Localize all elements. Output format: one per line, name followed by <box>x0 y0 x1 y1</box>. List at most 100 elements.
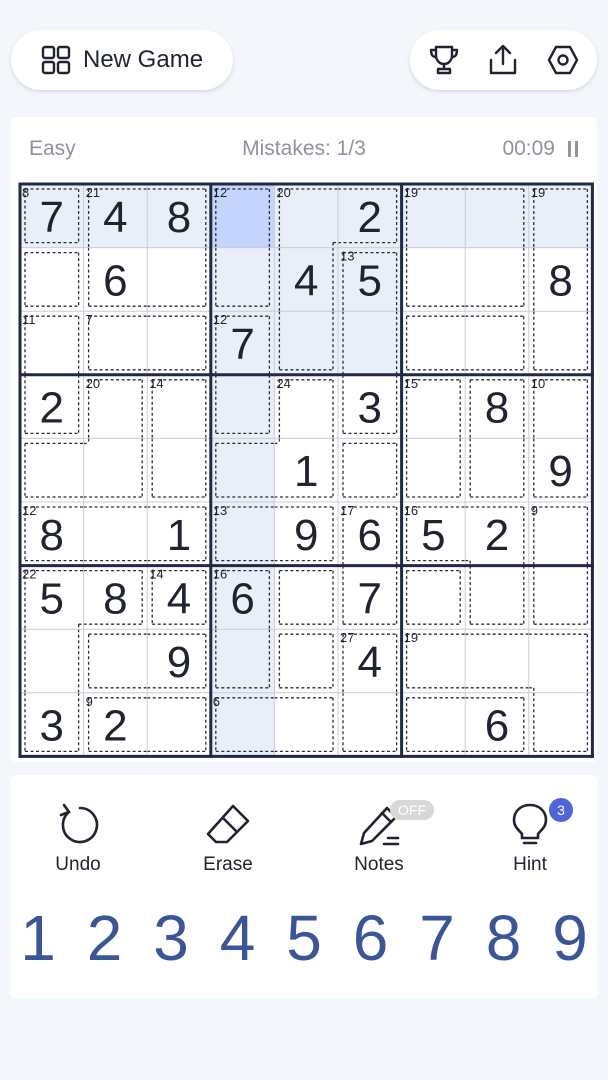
cell-value: 8 <box>548 256 572 305</box>
cell-value: 7 <box>230 320 254 369</box>
erase-button[interactable]: Erase <box>173 800 283 876</box>
board-cell[interactable] <box>210 629 275 693</box>
board-cell[interactable] <box>465 184 529 248</box>
notes-label: Notes <box>354 854 404 875</box>
cage-sum: 12 <box>213 312 227 327</box>
cell-value: 2 <box>40 384 64 433</box>
board-cell[interactable] <box>274 629 338 693</box>
number-key-1[interactable]: 1 <box>7 903 69 973</box>
cage-sum: 8 <box>22 185 29 200</box>
number-key-6[interactable]: 6 <box>340 903 402 973</box>
cage-sum: 27 <box>340 630 354 645</box>
number-key-3[interactable]: 3 <box>140 903 202 973</box>
board-cell[interactable] <box>401 438 466 502</box>
cell-value: 5 <box>40 574 64 623</box>
board-cell[interactable] <box>338 692 402 757</box>
hint-button[interactable]: 3 Hint <box>475 798 585 876</box>
board-cell[interactable] <box>210 438 275 502</box>
board-cell[interactable] <box>401 311 466 375</box>
board-cell[interactable] <box>465 438 529 502</box>
cage-sum: 6 <box>213 694 220 709</box>
board-cell[interactable] <box>83 502 148 566</box>
board-cell[interactable] <box>338 438 402 502</box>
cell-value: 9 <box>294 511 318 560</box>
cage-sum: 16 <box>404 503 418 518</box>
cell-value: 4 <box>167 574 191 623</box>
board-cell[interactable] <box>401 692 466 757</box>
number-key-2[interactable]: 2 <box>74 903 136 973</box>
board-cell[interactable] <box>210 247 275 312</box>
cage-sum: 20 <box>86 376 100 391</box>
board-cell[interactable] <box>147 311 211 375</box>
cage-sum: 15 <box>404 376 418 391</box>
board-cell[interactable] <box>274 692 338 757</box>
cell-value: 2 <box>103 702 127 751</box>
cell-value: 6 <box>230 574 254 623</box>
cell-value: 9 <box>167 638 191 687</box>
cell-value: 4 <box>294 256 318 305</box>
board-cell[interactable] <box>147 438 211 502</box>
trophy-icon[interactable] <box>427 43 461 77</box>
board-cell[interactable] <box>83 629 148 693</box>
new-game-button[interactable]: New Game <box>11 30 233 90</box>
board-cell[interactable] <box>465 311 529 375</box>
board-cell[interactable] <box>147 692 211 757</box>
cage-sum: 22 <box>22 567 36 582</box>
board-cell[interactable] <box>465 247 529 312</box>
cell-value: 8 <box>103 574 127 623</box>
cage-sum: 14 <box>149 376 163 391</box>
undo-label: Undo <box>55 854 101 875</box>
lightbulb-icon <box>512 803 548 845</box>
cage-sum: 14 <box>149 567 163 582</box>
hint-label: Hint <box>513 854 547 875</box>
sudoku-board[interactable]: 8 21 12 20 19 191311 7 1220 14 24 15 1012 13 17 16 922 1… <box>11 117 597 762</box>
board-cell[interactable] <box>20 438 84 502</box>
cage-sum: 19 <box>404 630 418 645</box>
number-key-7[interactable]: 7 <box>406 903 468 973</box>
board-card: Easy Mistakes: 1/3 00:09 8 21 12 20 19 19 13 11… <box>11 117 597 762</box>
cage-sum: 13 <box>213 503 227 518</box>
cage-sum: 21 <box>86 185 100 200</box>
board-cell[interactable] <box>528 565 593 630</box>
board-cell[interactable] <box>528 311 593 375</box>
number-key-5[interactable]: 5 <box>273 903 335 973</box>
cell-value: 8 <box>485 384 509 433</box>
cell-value: 2 <box>485 511 509 560</box>
undo-button[interactable]: Undo <box>23 800 133 876</box>
cage-sum: 13 <box>340 249 354 264</box>
board-cell[interactable] <box>528 692 593 757</box>
cell-value: 1 <box>294 447 318 496</box>
cage-sum: 10 <box>531 376 545 391</box>
board-cell[interactable] <box>20 247 84 312</box>
board-cell[interactable] <box>338 311 402 375</box>
cage-sum: 24 <box>276 376 290 391</box>
board-cell[interactable] <box>210 374 275 439</box>
settings-icon[interactable] <box>546 43 580 77</box>
cell-value: 5 <box>421 511 445 560</box>
number-key-8[interactable]: 8 <box>473 903 535 973</box>
cage-sum: 19 <box>404 185 418 200</box>
board-cell[interactable] <box>147 247 211 312</box>
board-cell[interactable] <box>83 438 148 502</box>
board-cell[interactable] <box>274 311 338 375</box>
cage-sum: 7 <box>86 312 93 327</box>
cell-value: 1 <box>167 511 191 560</box>
board-cell[interactable] <box>465 629 529 693</box>
board-cell[interactable] <box>528 629 593 693</box>
cell-value: 3 <box>40 702 64 751</box>
board-cell[interactable] <box>274 565 338 630</box>
top-actions <box>410 30 597 90</box>
number-key-4[interactable]: 4 <box>207 903 269 973</box>
cage-sum: 16 <box>213 567 227 582</box>
cell-value: 5 <box>358 256 382 305</box>
cage-sum: 11 <box>22 312 36 327</box>
eraser-icon <box>206 804 250 844</box>
board-cell[interactable] <box>20 629 84 693</box>
number-key-9[interactable]: 9 <box>539 903 601 973</box>
board-cell[interactable] <box>465 565 529 630</box>
cell-value: 4 <box>103 193 127 242</box>
board-cell[interactable] <box>401 565 466 630</box>
share-icon[interactable] <box>486 43 520 77</box>
board-cell[interactable] <box>401 247 466 312</box>
notes-button[interactable]: OFF Notes <box>324 800 434 876</box>
